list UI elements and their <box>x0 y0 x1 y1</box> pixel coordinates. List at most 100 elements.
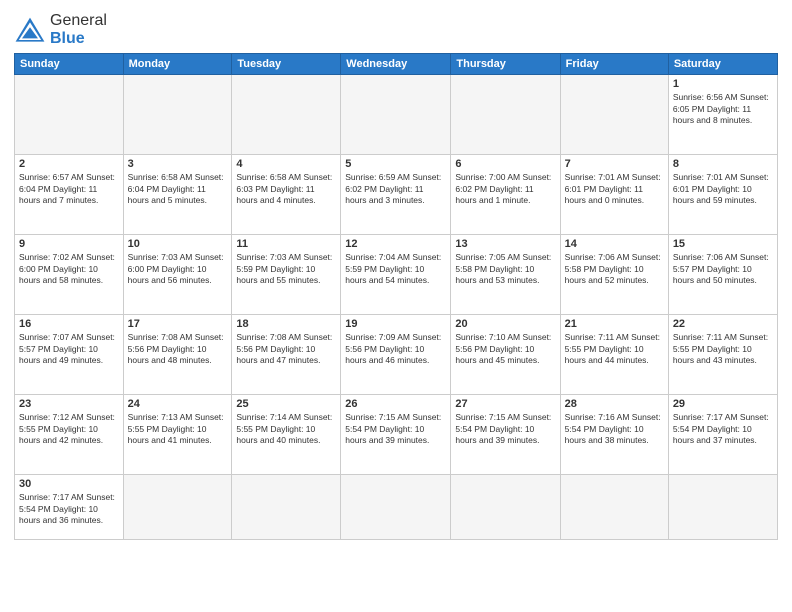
day-info: Sunrise: 7:05 AM Sunset: 5:58 PM Dayligh… <box>455 252 555 286</box>
calendar-cell: 6 Sunrise: 7:00 AM Sunset: 6:02 PM Daylig… <box>451 155 560 235</box>
weekday-header-monday: Monday <box>123 54 232 75</box>
logo: General Blue <box>14 12 107 47</box>
weekday-header-sunday: Sunday <box>15 54 124 75</box>
day-info: Sunrise: 7:08 AM Sunset: 5:56 PM Dayligh… <box>128 332 228 366</box>
weekday-header-wednesday: Wednesday <box>341 54 451 75</box>
day-info: Sunrise: 6:57 AM Sunset: 6:04 PM Dayligh… <box>19 172 119 206</box>
day-number: 28 <box>565 398 664 410</box>
calendar-cell: 17 Sunrise: 7:08 AM Sunset: 5:56 PM Dayli… <box>123 315 232 395</box>
calendar-cell: 7 Sunrise: 7:01 AM Sunset: 6:01 PM Daylig… <box>560 155 668 235</box>
day-number: 30 <box>19 478 119 490</box>
day-number: 24 <box>128 398 228 410</box>
calendar-cell: 28Sunrise: 7:16 AM Sunset: 5:54 PM Dayli… <box>560 395 668 475</box>
day-info: Sunrise: 7:03 AM Sunset: 5:59 PM Dayligh… <box>236 252 336 286</box>
calendar-cell <box>560 475 668 540</box>
day-info: Sunrise: 7:07 AM Sunset: 5:57 PM Dayligh… <box>19 332 119 366</box>
day-number: 13 <box>455 238 555 250</box>
day-info: Sunrise: 7:08 AM Sunset: 5:56 PM Dayligh… <box>236 332 336 366</box>
day-info: Sunrise: 7:11 AM Sunset: 5:55 PM Dayligh… <box>673 332 773 366</box>
calendar-cell: 30Sunrise: 7:17 AM Sunset: 5:54 PM Dayli… <box>15 475 124 540</box>
header: General Blue <box>14 12 778 47</box>
day-info: Sunrise: 7:10 AM Sunset: 5:56 PM Dayligh… <box>455 332 555 366</box>
weekday-header-friday: Friday <box>560 54 668 75</box>
calendar-cell: 11 Sunrise: 7:03 AM Sunset: 5:59 PM Dayli… <box>232 235 341 315</box>
day-number: 19 <box>345 318 446 330</box>
day-info: Sunrise: 7:01 AM Sunset: 6:01 PM Dayligh… <box>565 172 664 206</box>
day-info: Sunrise: 7:09 AM Sunset: 5:56 PM Dayligh… <box>345 332 446 366</box>
day-info: Sunrise: 7:15 AM Sunset: 5:54 PM Dayligh… <box>345 412 446 446</box>
day-number: 21 <box>565 318 664 330</box>
calendar-cell: 23 Sunrise: 7:12 AM Sunset: 5:55 PM Dayli… <box>15 395 124 475</box>
day-number: 11 <box>236 238 336 250</box>
calendar-cell <box>451 75 560 155</box>
calendar-cell: 15 Sunrise: 7:06 AM Sunset: 5:57 PM Dayli… <box>668 235 777 315</box>
day-number: 15 <box>673 238 773 250</box>
day-info: Sunrise: 7:11 AM Sunset: 5:55 PM Dayligh… <box>565 332 664 366</box>
weekday-header-tuesday: Tuesday <box>232 54 341 75</box>
page: General Blue SundayMondayTuesdayWednesda… <box>0 0 792 612</box>
calendar-table: SundayMondayTuesdayWednesdayThursdayFrid… <box>14 53 778 540</box>
day-number: 6 <box>455 158 555 170</box>
day-info: Sunrise: 7:15 AM Sunset: 5:54 PM Dayligh… <box>455 412 555 446</box>
day-number: 10 <box>128 238 228 250</box>
calendar-cell <box>123 75 232 155</box>
day-info: Sunrise: 7:06 AM Sunset: 5:58 PM Dayligh… <box>565 252 664 286</box>
day-info: Sunrise: 7:02 AM Sunset: 6:00 PM Dayligh… <box>19 252 119 286</box>
day-number: 16 <box>19 318 119 330</box>
weekday-header-saturday: Saturday <box>668 54 777 75</box>
weekday-header-thursday: Thursday <box>451 54 560 75</box>
calendar-cell: 27 Sunrise: 7:15 AM Sunset: 5:54 PM Dayli… <box>451 395 560 475</box>
day-info: Sunrise: 7:01 AM Sunset: 6:01 PM Dayligh… <box>673 172 773 206</box>
calendar-cell: 21 Sunrise: 7:11 AM Sunset: 5:55 PM Dayli… <box>560 315 668 395</box>
day-info: Sunrise: 7:03 AM Sunset: 6:00 PM Dayligh… <box>128 252 228 286</box>
calendar-cell: 25Sunrise: 7:14 AM Sunset: 5:55 PM Dayli… <box>232 395 341 475</box>
day-info: Sunrise: 7:06 AM Sunset: 5:57 PM Dayligh… <box>673 252 773 286</box>
day-number: 8 <box>673 158 773 170</box>
day-info: Sunrise: 7:13 AM Sunset: 5:55 PM Dayligh… <box>128 412 228 446</box>
calendar-cell <box>451 475 560 540</box>
calendar-cell <box>15 75 124 155</box>
calendar-cell: 29 Sunrise: 7:17 AM Sunset: 5:54 PM Dayli… <box>668 395 777 475</box>
day-info: Sunrise: 6:58 AM Sunset: 6:04 PM Dayligh… <box>128 172 228 206</box>
calendar-cell: 16 Sunrise: 7:07 AM Sunset: 5:57 PM Dayli… <box>15 315 124 395</box>
calendar-cell <box>341 75 451 155</box>
logo-icon <box>14 16 46 44</box>
day-info: Sunrise: 6:59 AM Sunset: 6:02 PM Dayligh… <box>345 172 446 206</box>
day-number: 27 <box>455 398 555 410</box>
day-number: 29 <box>673 398 773 410</box>
day-info: Sunrise: 7:04 AM Sunset: 5:59 PM Dayligh… <box>345 252 446 286</box>
day-number: 7 <box>565 158 664 170</box>
day-number: 5 <box>345 158 446 170</box>
day-info: Sunrise: 7:17 AM Sunset: 5:54 PM Dayligh… <box>673 412 773 446</box>
day-number: 3 <box>128 158 228 170</box>
calendar-cell <box>341 475 451 540</box>
day-number: 12 <box>345 238 446 250</box>
calendar-cell: 20 Sunrise: 7:10 AM Sunset: 5:56 PM Dayli… <box>451 315 560 395</box>
day-info: Sunrise: 6:56 AM Sunset: 6:05 PM Dayligh… <box>673 92 773 126</box>
calendar-cell: 9Sunrise: 7:02 AM Sunset: 6:00 PM Daylig… <box>15 235 124 315</box>
calendar-cell <box>232 75 341 155</box>
calendar-cell <box>123 475 232 540</box>
calendar-cell: 19 Sunrise: 7:09 AM Sunset: 5:56 PM Dayli… <box>341 315 451 395</box>
day-number: 25 <box>236 398 336 410</box>
calendar-cell: 4Sunrise: 6:58 AM Sunset: 6:03 PM Daylig… <box>232 155 341 235</box>
day-info: Sunrise: 7:12 AM Sunset: 5:55 PM Dayligh… <box>19 412 119 446</box>
calendar-cell: 12 Sunrise: 7:04 AM Sunset: 5:59 PM Dayli… <box>341 235 451 315</box>
calendar-cell: 3 Sunrise: 6:58 AM Sunset: 6:04 PM Daylig… <box>123 155 232 235</box>
day-number: 14 <box>565 238 664 250</box>
calendar-cell: 22Sunrise: 7:11 AM Sunset: 5:55 PM Dayli… <box>668 315 777 395</box>
calendar-cell: 13 Sunrise: 7:05 AM Sunset: 5:58 PM Dayli… <box>451 235 560 315</box>
calendar-cell <box>232 475 341 540</box>
calendar-cell: 8 Sunrise: 7:01 AM Sunset: 6:01 PM Daylig… <box>668 155 777 235</box>
day-info: Sunrise: 7:00 AM Sunset: 6:02 PM Dayligh… <box>455 172 555 206</box>
calendar-cell: 10 Sunrise: 7:03 AM Sunset: 6:00 PM Dayli… <box>123 235 232 315</box>
calendar-cell: 18 Sunrise: 7:08 AM Sunset: 5:56 PM Dayli… <box>232 315 341 395</box>
day-number: 18 <box>236 318 336 330</box>
day-number: 20 <box>455 318 555 330</box>
day-number: 23 <box>19 398 119 410</box>
calendar-cell: 24 Sunrise: 7:13 AM Sunset: 5:55 PM Dayli… <box>123 395 232 475</box>
day-number: 17 <box>128 318 228 330</box>
calendar-cell: 26Sunrise: 7:15 AM Sunset: 5:54 PM Dayli… <box>341 395 451 475</box>
calendar-cell: 14 Sunrise: 7:06 AM Sunset: 5:58 PM Dayli… <box>560 235 668 315</box>
day-number: 2 <box>19 158 119 170</box>
